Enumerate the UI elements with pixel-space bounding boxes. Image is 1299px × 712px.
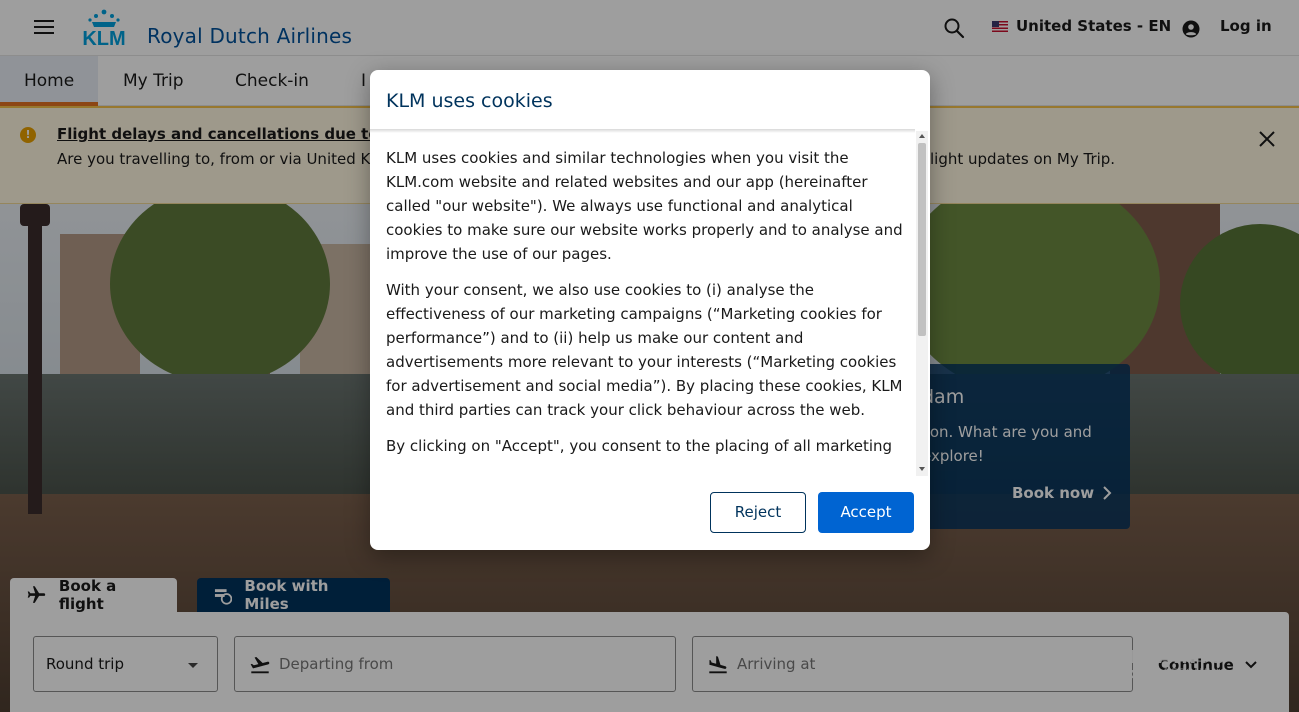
accept-button[interactable]: Accept xyxy=(818,492,914,533)
reject-button[interactable]: Reject xyxy=(710,492,806,533)
cookie-dialog: KLM uses cookies KLM uses cookies and si… xyxy=(370,70,930,550)
cookie-dialog-title: KLM uses cookies xyxy=(386,90,553,112)
cookie-dialog-body[interactable]: KLM uses cookies and similar technologie… xyxy=(386,146,906,476)
scroll-down-icon[interactable] xyxy=(919,467,925,471)
cookie-paragraph: KLM uses cookies and similar technologie… xyxy=(386,149,903,263)
cookie-paragraph: With your consent, we also use cookies t… xyxy=(386,281,903,419)
dialog-divider xyxy=(370,129,915,133)
cookie-paragraph: By clicking on "Accept", you consent to … xyxy=(386,437,893,455)
dialog-scrollbar[interactable] xyxy=(916,131,928,476)
scrollbar-thumb[interactable] xyxy=(918,143,926,336)
scroll-up-icon[interactable] xyxy=(919,134,925,138)
